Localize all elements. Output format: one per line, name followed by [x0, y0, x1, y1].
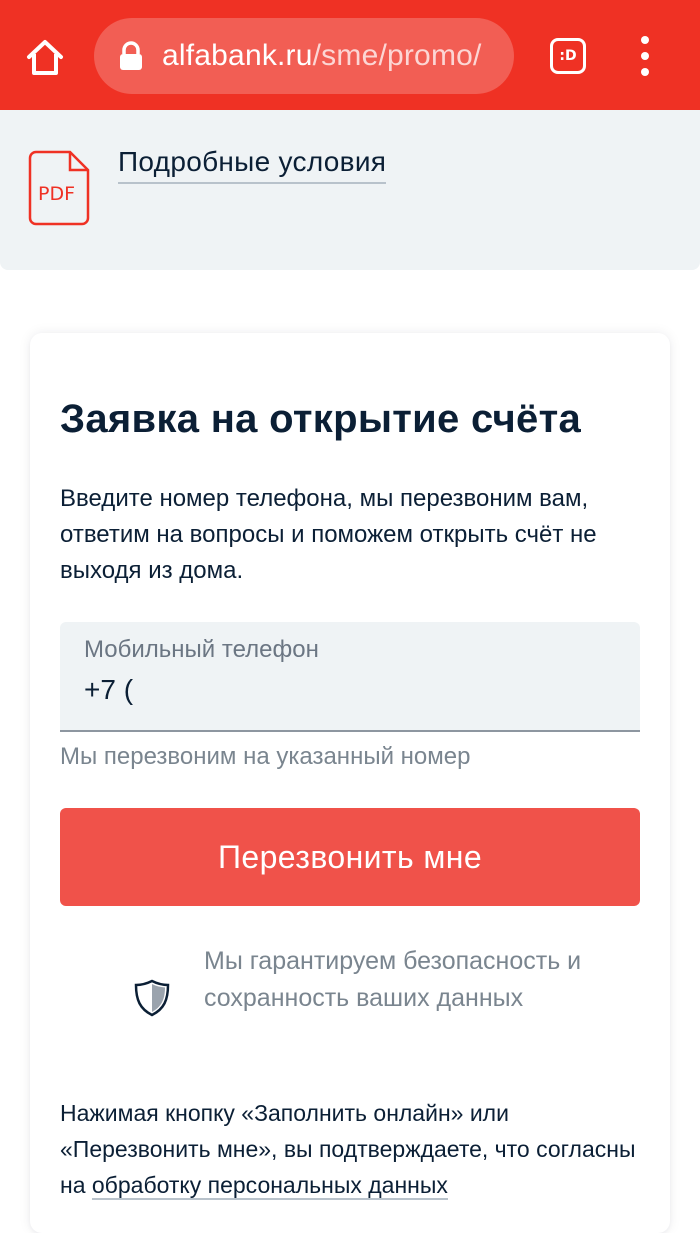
- address-bar[interactable]: alfabank.ru/sme/promo/: [94, 18, 514, 94]
- form-title: Заявка на открытие счёта: [60, 397, 582, 441]
- consent-text: Нажимая кнопку «Заполнить онлайн» или «П…: [60, 1095, 650, 1203]
- terms-panel: PDF Подробные условия: [0, 110, 700, 270]
- url-text: alfabank.ru/sme/promo/: [162, 39, 482, 73]
- lock-icon: [120, 41, 142, 70]
- url-domain: alfabank.ru: [162, 39, 313, 72]
- more-vert-icon[interactable]: [630, 36, 660, 76]
- callback-button[interactable]: Перезвонить мне: [60, 808, 640, 906]
- pdf-icon: PDF: [28, 150, 90, 226]
- home-icon-graphic: [27, 40, 63, 75]
- terms-link[interactable]: Подробные условия: [118, 146, 387, 184]
- phone-label: Мобильный телефон: [84, 636, 319, 663]
- phone-value[interactable]: +7 (: [84, 674, 133, 706]
- phone-input[interactable]: Мобильный телефон +7 (: [60, 622, 640, 732]
- form-description: Введите номер телефона, мы перезвоним ва…: [60, 485, 597, 584]
- shield-icon: [134, 979, 170, 1017]
- security-guarantee-text: Мы гарантируем безопасность и сохранност…: [204, 947, 582, 1012]
- tab-switcher-label: :D: [559, 48, 577, 64]
- tab-switcher-icon[interactable]: :D: [550, 38, 586, 74]
- application-card: Заявка на открытие счёта Введите номер т…: [30, 333, 670, 1233]
- home-icon[interactable]: [22, 35, 68, 81]
- phone-hint: Мы перезвоним на указанный номер: [60, 743, 471, 770]
- pdf-label: PDF: [38, 183, 75, 205]
- browser-toolbar: alfabank.ru/sme/promo/ :D: [0, 0, 700, 110]
- personal-data-link[interactable]: обработку персональных данных: [91, 1172, 448, 1200]
- url-path: /sme/promo/: [312, 39, 482, 72]
